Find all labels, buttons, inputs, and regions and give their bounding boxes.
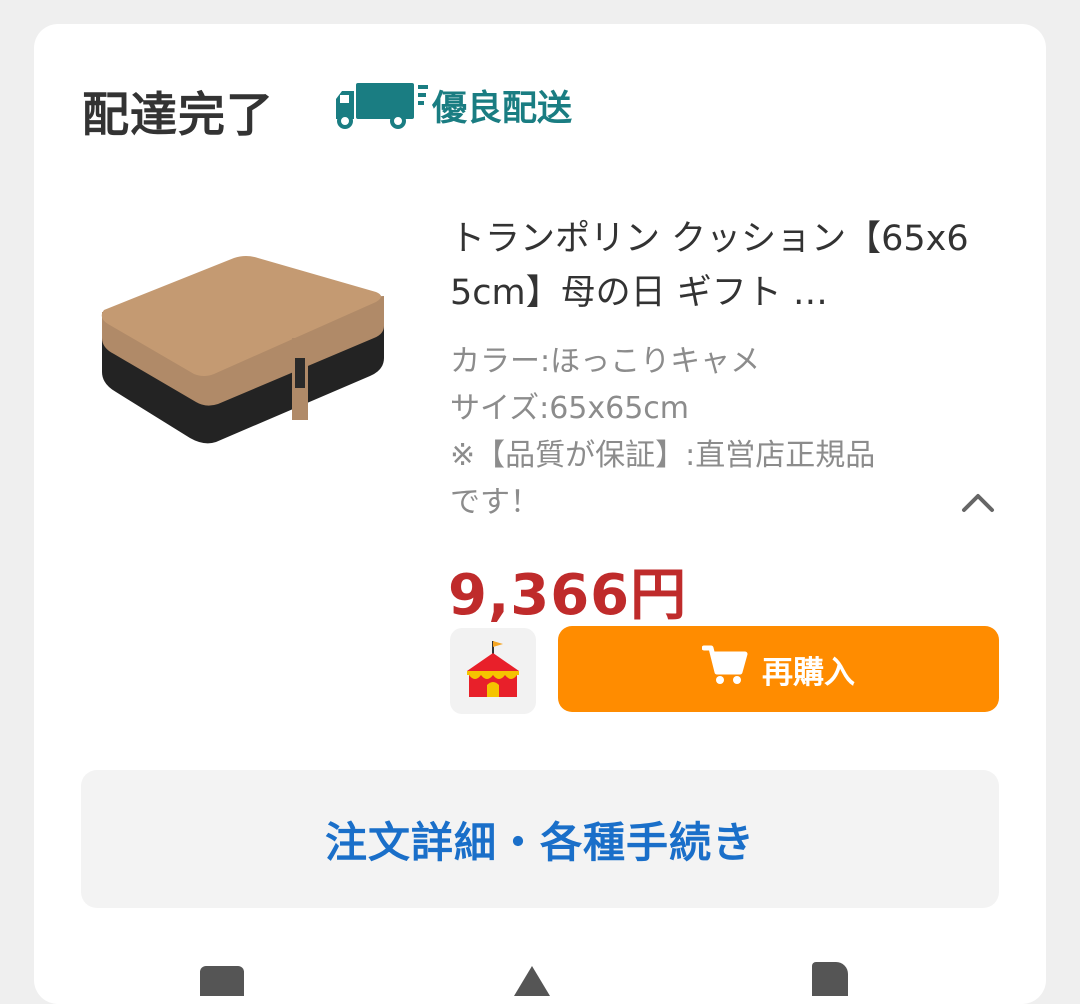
product-option-note: ※【品質が保証】:直営店正規品 <box>450 438 876 473</box>
shipping-badge: 優良配送 <box>332 79 572 131</box>
shopping-cart-icon <box>701 644 762 694</box>
store-button[interactable] <box>450 628 536 714</box>
order-details-button[interactable]: 注文詳細・各種手続き <box>81 770 999 908</box>
product-options: カラー:ほっこりキャメ サイズ:65x65cm ※【品質が保証】:直営店正規品 … <box>450 338 950 526</box>
product-option-color: カラー:ほっこりキャメ <box>450 344 761 379</box>
rebuy-button[interactable]: 再購入 <box>558 626 999 712</box>
bottom-icon-3[interactable] <box>812 962 848 996</box>
product-option-size: サイズ:65x65cm <box>450 391 690 426</box>
shipping-badge-label: 優良配送 <box>432 88 573 129</box>
bottom-actions-row <box>34 944 1046 1004</box>
order-card: 配達完了 優良配送 トランポリン クッション【65x65cm】母の日 ギフト …… <box>34 24 1046 1004</box>
product-price: 9,366円 <box>448 563 688 628</box>
product-option-note-cont: です！ <box>450 485 540 520</box>
product-image[interactable] <box>86 234 406 494</box>
circus-tent-icon <box>461 637 525 705</box>
chevron-up-icon[interactable] <box>956 482 1000 522</box>
delivery-truck-icon <box>332 79 430 131</box>
product-title[interactable]: トランポリン クッション【65x65cm】母の日 ギフト … <box>450 212 980 312</box>
order-status: 配達完了 <box>82 88 274 143</box>
rebuy-button-label: 再購入 <box>762 654 855 691</box>
